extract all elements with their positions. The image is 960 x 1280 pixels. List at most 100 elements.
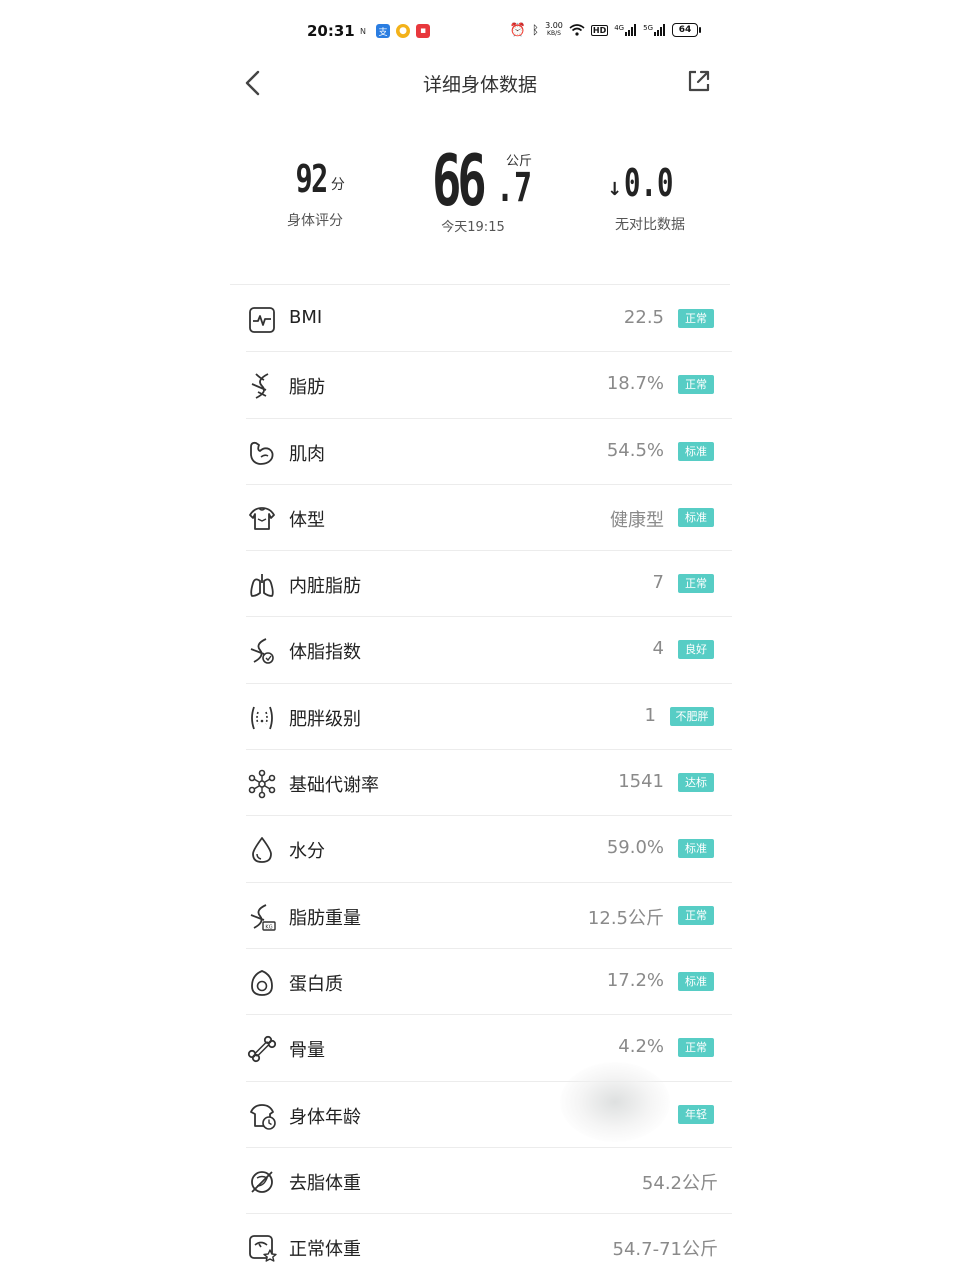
body-score-value: 92 <box>295 157 329 201</box>
status-badge: 正常 <box>678 574 714 594</box>
metric-row-obesity-level[interactable]: 肥胖级别 1 不肥胖 <box>246 684 732 751</box>
battery-icon: 64 <box>672 23 701 37</box>
metric-row-fat-weight[interactable]: KG 脂肪重量 12.5公斤 正常 <box>246 883 732 949</box>
metric-name: BMI <box>289 307 323 328</box>
pulse-monitor-icon <box>246 304 278 336</box>
water-drop-icon <box>246 834 278 866</box>
metric-name: 肥胖级别 <box>289 708 361 730</box>
status-badge: 标准 <box>678 507 714 527</box>
metric-value: 59.0% <box>606 837 664 859</box>
metric-value: 1 <box>644 704 656 726</box>
obesity-level-icon <box>246 702 278 734</box>
status-badge: 达标 <box>678 773 714 793</box>
metric-name: 脂肪 <box>289 377 325 399</box>
bicep-icon <box>246 437 278 469</box>
metric-name: 肌肉 <box>289 443 325 465</box>
metric-value: 健康型 <box>610 509 664 531</box>
metric-name: 脂肪重量 <box>289 907 361 929</box>
fat-index-icon <box>246 635 278 667</box>
metric-name: 骨量 <box>289 1040 325 1062</box>
page-title: 详细身体数据 <box>422 74 537 96</box>
status-badge: 正常 <box>678 309 714 328</box>
weight-decimal: .7 <box>496 165 533 211</box>
down-arrow-icon: ↓ <box>607 179 623 200</box>
metric-name: 蛋白质 <box>289 973 343 995</box>
status-bar: 20:31 N 支 ● ▪ ⏰ ᛒ 3.00 KB/S HD 4G 5G 64 <box>300 0 701 62</box>
body-shape-icon <box>246 503 278 535</box>
share-icon[interactable] <box>684 66 714 96</box>
metric-row-bmr[interactable]: 基础代谢率 1541 达标 <box>246 750 732 817</box>
weight-reading: 66 .7 公斤 今天19:15 <box>420 140 540 235</box>
blur-overlay <box>560 1062 670 1142</box>
metric-row-fat[interactable]: 脂肪 18.7% 正常 <box>246 352 732 419</box>
signal-4g-icon: 4G <box>614 24 637 36</box>
metric-name: 正常体重 <box>289 1239 361 1261</box>
metric-value: 4.2% <box>618 1036 664 1058</box>
metric-value: 18.7% <box>606 373 664 395</box>
metric-value: 22.5 <box>623 307 664 328</box>
status-badge: 标准 <box>678 971 714 991</box>
metric-name: 水分 <box>289 841 325 863</box>
metric-name: 基础代谢率 <box>289 775 379 797</box>
metric-row-water[interactable]: 水分 59.0% 标准 <box>246 816 732 883</box>
delta-label: 无对比数据 <box>615 217 685 233</box>
wifi-icon <box>569 24 585 36</box>
metric-row-normal-weight[interactable]: 正常体重 54.7-71公斤 <box>246 1214 732 1280</box>
metric-row-lean-mass[interactable]: 去脂体重 54.2公斤 <box>246 1148 732 1215</box>
egg-icon <box>246 967 278 999</box>
weight-delta: ↓ 0.0 无对比数据 <box>600 164 700 234</box>
body-score: 92 分 身体评分 <box>270 160 360 230</box>
svg-text:KG: KG <box>265 924 272 930</box>
metric-value: 12.5公斤 <box>587 907 664 929</box>
alarm-icon: ⏰ <box>509 22 526 38</box>
bone-icon <box>246 1033 278 1065</box>
divider <box>230 284 730 285</box>
hd-icon: HD <box>590 24 609 36</box>
body-score-unit: 分 <box>330 177 345 193</box>
delta-value: 0.0 <box>624 161 674 205</box>
metric-name: 体脂指数 <box>289 642 361 664</box>
status-badge: 正常 <box>678 375 714 395</box>
metric-row-body-type[interactable]: 体型 健康型 标准 <box>246 485 732 552</box>
status-badge: 标准 <box>678 441 714 461</box>
metric-name: 去脂体重 <box>289 1172 361 1194</box>
weight-unit: 公斤 <box>506 154 533 169</box>
app-notification-icon: ▪ <box>416 24 430 38</box>
metric-row-visceral-fat[interactable]: 内脏脂肪 7 正常 <box>246 551 732 618</box>
notification-icons: N 支 ● ▪ <box>356 24 430 38</box>
status-badge: 正常 <box>678 1038 714 1058</box>
status-badge: 年轻 <box>678 1104 714 1124</box>
status-badge: 正常 <box>678 905 714 925</box>
body-score-label: 身体评分 <box>287 213 343 229</box>
body-summary: 92 分 身体评分 66 .7 公斤 今天19:15 ↓ 0.0 无对比数据 <box>230 140 730 250</box>
metric-name: 体型 <box>289 509 325 531</box>
alipay-icon: 支 <box>376 24 390 38</box>
metric-value: 1541 <box>618 771 664 793</box>
metric-value: 7 <box>652 572 664 594</box>
body-age-icon <box>246 1100 278 1132</box>
metric-value: 54.2公斤 <box>641 1172 718 1194</box>
metric-list: BMI 22.5 正常 脂肪 18.7% 正常 肌肉 54.5% 标准 体型 健… <box>246 286 732 1280</box>
metric-row-bmi[interactable]: BMI 22.5 正常 <box>246 286 732 353</box>
metric-row-muscle[interactable]: 肌肉 54.5% 标准 <box>246 419 732 485</box>
metric-name: 身体年龄 <box>289 1106 361 1128</box>
nav-bar: 详细身体数据 <box>230 62 730 106</box>
metric-name: 内脏脂肪 <box>289 576 361 598</box>
metric-row-bone[interactable]: 骨量 4.2% 正常 <box>246 1015 732 1082</box>
status-badge: 标准 <box>678 839 714 859</box>
lean-mass-icon <box>246 1166 278 1198</box>
weibo-icon: ● <box>396 24 410 38</box>
signal-5g-icon: 5G <box>643 24 666 36</box>
metric-value: 17.2% <box>606 969 664 991</box>
normal-weight-icon <box>246 1232 278 1264</box>
metric-value: 4 <box>652 638 664 660</box>
fat-weight-icon: KG <box>246 901 278 933</box>
nfc-icon: N <box>360 26 366 36</box>
status-right-icons: ⏰ ᛒ 3.00 KB/S HD 4G 5G 64 <box>509 22 701 38</box>
status-time: 20:31 <box>307 22 355 40</box>
metric-row-fat-index[interactable]: 体脂指数 4 良好 <box>246 617 732 684</box>
molecule-icon <box>246 768 278 800</box>
metric-row-protein[interactable]: 蛋白质 17.2% 标准 <box>246 949 732 1016</box>
dna-icon <box>246 370 278 402</box>
weight-integer: 66 <box>432 140 487 222</box>
